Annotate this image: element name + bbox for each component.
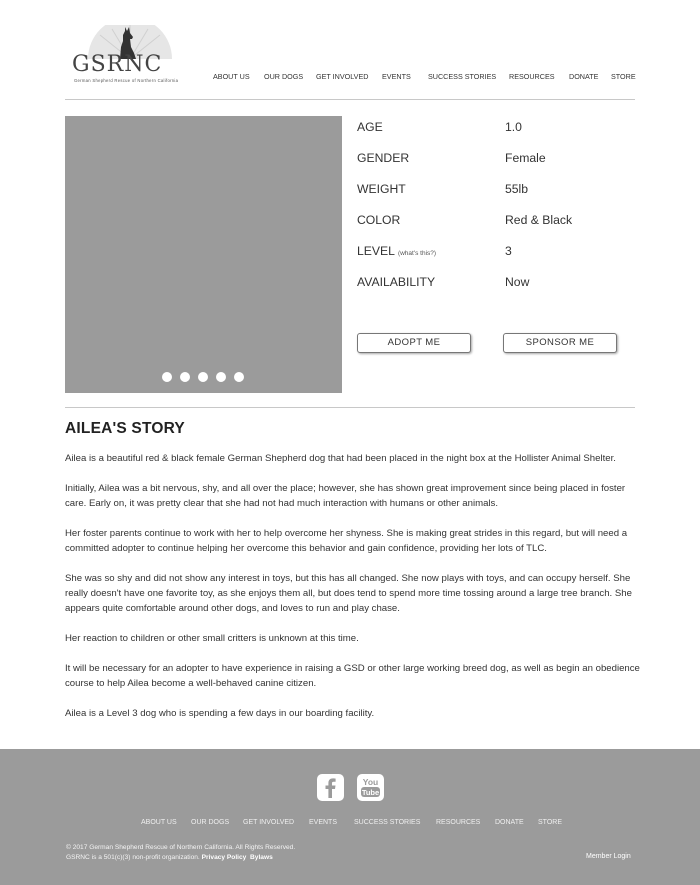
fact-row-weight: WEIGHT 55lb	[357, 180, 637, 211]
fact-label: AVAILABILITY	[357, 275, 436, 289]
header-divider	[65, 99, 635, 100]
footer-nav-item-events[interactable]: EVENTS	[309, 819, 354, 826]
site-header: GSRNC German Shepherd Rescue of Northern…	[0, 0, 700, 100]
bylaws-link[interactable]: Bylaws	[250, 854, 273, 861]
fact-row-age: AGE 1.0	[357, 118, 637, 149]
member-login-link[interactable]: Member Login	[586, 853, 631, 860]
carousel-dot[interactable]	[180, 372, 190, 382]
story-paragraph: Her reaction to children or other small …	[65, 633, 359, 644]
nav-item-about-us[interactable]: ABOUT US	[213, 72, 264, 81]
fact-row-color: COLOR Red & Black	[357, 211, 637, 242]
fact-value: Female	[505, 151, 546, 165]
dog-facts: AGE 1.0 GENDER Female WEIGHT 55lb COLOR …	[357, 118, 637, 304]
site-logo[interactable]: GSRNC German Shepherd Rescue of Northern…	[70, 25, 190, 85]
fact-label: GENDER	[357, 151, 410, 165]
fact-label: LEVEL	[357, 244, 395, 258]
sponsor-me-button[interactable]: SPONSOR ME	[503, 333, 617, 353]
carousel-dot[interactable]	[234, 372, 244, 382]
footer-nav-item-resources[interactable]: RESOURCES	[436, 819, 495, 826]
site-footer: You Tube ABOUT US OUR DOGS GET INVOLVED …	[0, 749, 700, 885]
fact-label: COLOR	[357, 213, 401, 227]
footer-nav-item-get-involved[interactable]: GET INVOLVED	[243, 819, 309, 826]
logo-subtitle: German Shepherd Rescue of Northern Calif…	[74, 78, 179, 83]
footer-nav-item-our-dogs[interactable]: OUR DOGS	[191, 819, 243, 826]
footer-nav-item-store[interactable]: STORE	[538, 819, 562, 826]
nav-item-get-involved[interactable]: GET INVOLVED	[316, 72, 382, 81]
nav-item-donate[interactable]: DONATE	[569, 72, 611, 81]
copyright: © 2017 German Shepherd Rescue of Norther…	[66, 843, 295, 863]
story-paragraph: Ailea is a Level 3 dog who is spending a…	[65, 708, 375, 719]
fact-value: 3	[505, 244, 512, 258]
fact-row-availability: AVAILABILITY Now	[357, 273, 637, 304]
footer-nav-item-success-stories[interactable]: SUCCESS STORIES	[354, 819, 436, 826]
carousel-dots	[162, 372, 244, 382]
nav-item-store[interactable]: STORE	[611, 72, 636, 81]
nonprofit-text: GSRNC is a 501(c)(3) non-profit organiza…	[66, 854, 200, 861]
fact-row-level: LEVEL (what's this?) 3	[357, 242, 637, 273]
story-paragraph: Initially, Ailea was a bit nervous, shy,…	[65, 483, 626, 509]
footer-nav-item-about-us[interactable]: ABOUT US	[141, 819, 191, 826]
fact-label: AGE	[357, 120, 383, 134]
fact-label-level: LEVEL (what's this?)	[357, 244, 436, 258]
youtube-icon[interactable]: You Tube	[357, 774, 384, 801]
carousel-dot[interactable]	[162, 372, 172, 382]
logo-text: GSRNC	[72, 52, 163, 77]
carousel-dot[interactable]	[216, 372, 226, 382]
nav-item-success-stories[interactable]: SUCCESS STORIES	[428, 72, 509, 81]
story-paragraph: Her foster parents continue to work with…	[65, 528, 628, 554]
fact-value: Now	[505, 275, 530, 289]
story-paragraph: She was so shy and did not show any inte…	[65, 573, 632, 614]
story-title: AILEA'S STORY	[65, 420, 185, 437]
section-divider	[65, 407, 635, 408]
main-nav: ABOUT US OUR DOGS GET INVOLVED EVENTS SU…	[213, 72, 636, 81]
fact-value: Red & Black	[505, 213, 573, 227]
fact-value: 1.0	[505, 120, 522, 134]
svg-text:Tube: Tube	[362, 788, 379, 797]
story-paragraph: It will be necessary for an adopter to h…	[65, 663, 640, 689]
fact-value: 55lb	[505, 182, 529, 196]
nonprofit-line: GSRNC is a 501(c)(3) non-profit organiza…	[66, 853, 295, 863]
dog-photo-carousel[interactable]	[65, 116, 342, 393]
adopt-me-button[interactable]: ADOPT ME	[357, 333, 471, 353]
footer-nav: ABOUT US OUR DOGS GET INVOLVED EVENTS SU…	[141, 819, 562, 826]
facebook-icon[interactable]	[317, 774, 344, 801]
story-paragraph: Ailea is a beautiful red & black female …	[65, 453, 616, 464]
footer-nav-item-donate[interactable]: DONATE	[495, 819, 538, 826]
story-body: Ailea is a beautiful red & black female …	[65, 451, 640, 736]
copyright-line: © 2017 German Shepherd Rescue of Norther…	[66, 844, 296, 851]
carousel-dot[interactable]	[198, 372, 208, 382]
nav-item-events[interactable]: EVENTS	[382, 72, 428, 81]
nav-item-resources[interactable]: RESOURCES	[509, 72, 569, 81]
svg-text:You: You	[363, 777, 378, 787]
nav-item-our-dogs[interactable]: OUR DOGS	[264, 72, 316, 81]
fact-row-gender: GENDER Female	[357, 149, 637, 180]
whats-this-link[interactable]: (what's this?)	[398, 250, 436, 257]
privacy-policy-link[interactable]: Privacy Policy	[202, 854, 247, 861]
fact-label: WEIGHT	[357, 182, 406, 196]
